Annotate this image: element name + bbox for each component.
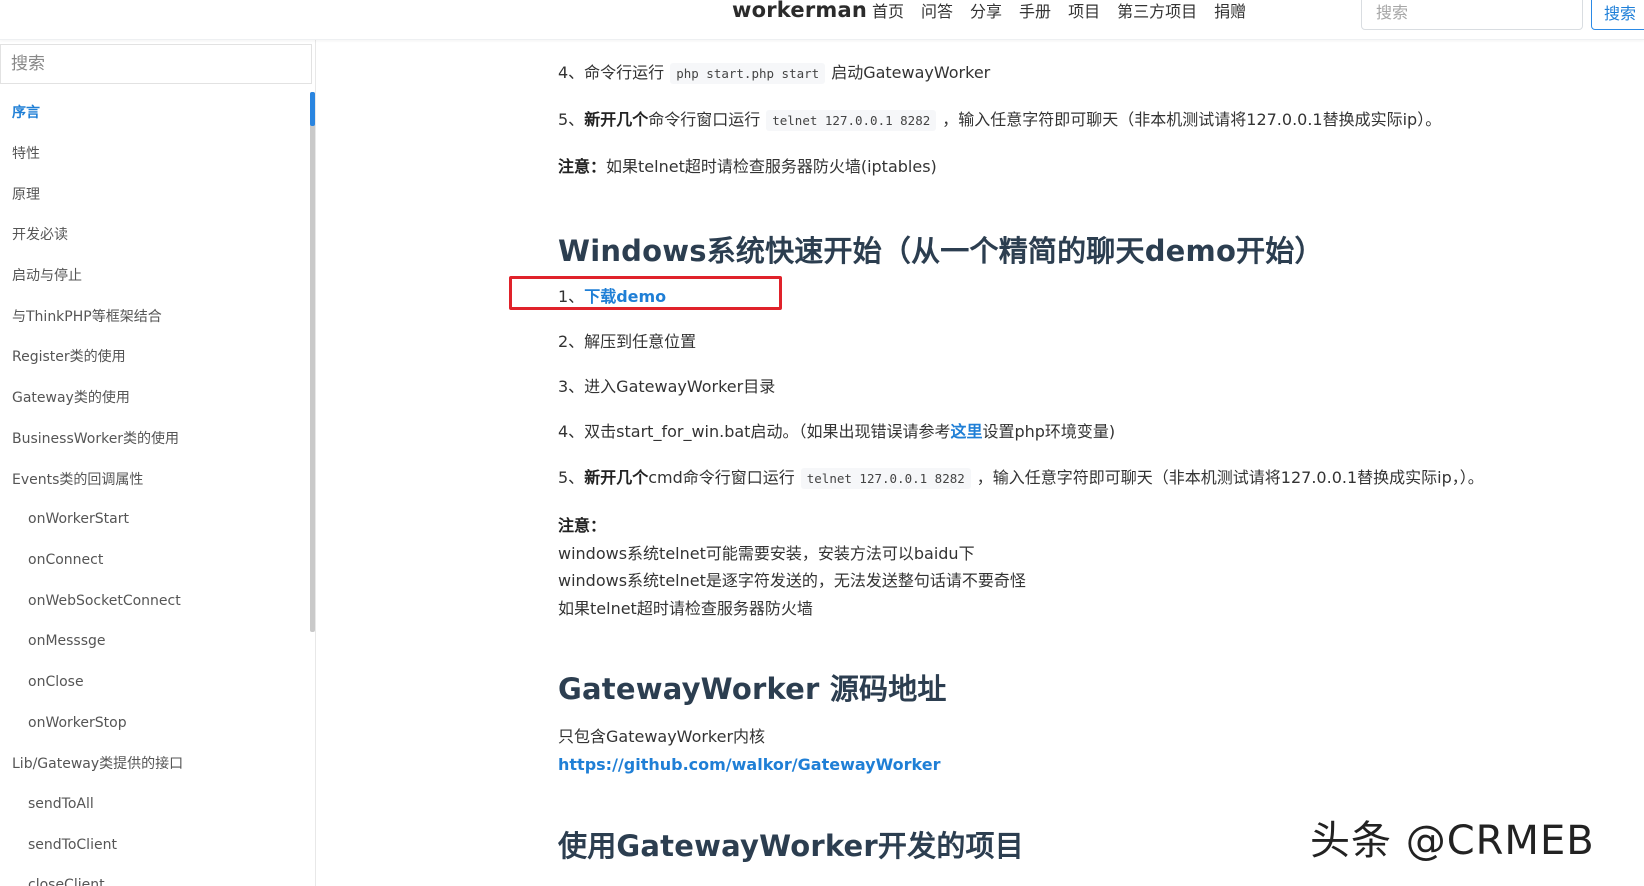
nav-third-party[interactable]: 第三方项目: [1117, 0, 1197, 22]
sidebar-item[interactable]: BusinessWorker类的使用: [0, 418, 308, 459]
note-text: 如果telnet超时请检查服务器防火墙(iptables): [606, 157, 937, 176]
sidebar-nav-list: 序言 特性 原理 开发必读 启动与停止 与ThinkPHP等框架结合 Register类的使…: [0, 92, 308, 886]
step-number: 5、: [558, 468, 585, 487]
win-note: 注意： windows系统telnet可能需要安装，安装方法可以baidu下 w…: [558, 512, 1026, 622]
sidebar-search-input[interactable]: [0, 44, 312, 84]
windows-heading: Windows系统快速开始（从一个精简的聊天demo开始）: [558, 234, 1324, 268]
step-text: 4、命令行运行: [558, 63, 665, 82]
sidebar-item[interactable]: Gateway类的使用: [0, 377, 308, 418]
step-text: 命令行窗口运行: [648, 110, 761, 129]
win-step-4: 4、双击start_for_win.bat启动。（如果出现错误请参考这里设置ph…: [558, 418, 1115, 442]
top-navbar: workerman 首页 问答 分享 手册 项目 第三方项目 捐赠 搜索: [0, 0, 1644, 40]
note-line: windows系统telnet可能需要安装，安装方法可以baidu下: [558, 543, 975, 563]
source-block: 只包含GatewayWorker内核 https://github.com/wa…: [558, 723, 941, 778]
sidebar-item[interactable]: onClose: [0, 662, 308, 703]
nav-manual[interactable]: 手册: [1019, 0, 1051, 22]
sidebar-item[interactable]: sendToAll: [0, 784, 308, 825]
step-emphasis: 新开几个: [584, 110, 649, 129]
nav-donate[interactable]: 捐赠: [1214, 0, 1246, 22]
projects-heading: 使用GatewayWorker开发的项目: [558, 829, 1024, 863]
top-search-input[interactable]: [1361, 0, 1583, 30]
sidebar-item[interactable]: 启动与停止: [0, 255, 308, 296]
watermark: 头条 @CRMEB: [1310, 818, 1595, 864]
step-text: 4、双击start_for_win.bat启动。（如果出现错误请参考: [558, 422, 951, 441]
sidebar-item[interactable]: 原理: [0, 173, 308, 214]
note-label: 注意：: [558, 516, 607, 535]
site-brand[interactable]: workerman: [732, 0, 867, 22]
source-description: 只包含GatewayWorker内核: [558, 727, 766, 746]
top-search-button[interactable]: 搜索: [1591, 0, 1644, 30]
nav-projects[interactable]: 项目: [1068, 0, 1100, 22]
docs-sidebar: 序言特性原理开发必读启动与停止与ThinkPHP等框架结合Register类的使…: [0, 40, 316, 886]
sidebar-item[interactable]: 开发必读: [0, 214, 308, 255]
nav-home[interactable]: 首页: [872, 0, 904, 22]
nav-qa[interactable]: 问答: [921, 0, 953, 22]
sidebar-item[interactable]: closeClient: [0, 865, 308, 886]
source-heading: GatewayWorker 源码地址: [558, 672, 947, 706]
sidebar-active-indicator: [310, 92, 315, 126]
code-snippet: telnet 127.0.0.1 8282: [800, 468, 971, 489]
step-text: 设置php环境变量): [982, 422, 1116, 441]
linux-step-4: 4、命令行运行 php start.php start 启动GatewayWorke…: [558, 59, 991, 84]
sidebar-scrollbar[interactable]: [310, 92, 315, 632]
github-link[interactable]: https://github.com/walkor/GatewayWorker: [558, 755, 941, 774]
sidebar-item[interactable]: Events类的回调属性: [0, 458, 308, 499]
red-highlight-box: [509, 276, 782, 310]
note-label: 注意：: [558, 157, 607, 176]
win-step-2: 2、解压到任意位置: [558, 332, 697, 351]
linux-step-5: 5、新开几个命令行窗口运行 telnet 127.0.0.1 8282 ，输入任意字…: [558, 106, 1442, 131]
step-text: cmd命令行窗口运行: [648, 468, 795, 487]
sidebar-item[interactable]: sendToClient: [0, 824, 308, 865]
win-step-5: 5、新开几个cmd命令行窗口运行 telnet 127.0.0.1 8282 ，输入…: [558, 464, 1484, 489]
note-line: windows系统telnet是逐字符发送的，无法发送整句话请不要奇怪: [558, 571, 1026, 590]
sidebar-item[interactable]: onConnect: [0, 540, 308, 581]
sidebar-item[interactable]: Register类的使用: [0, 336, 308, 377]
code-snippet: telnet 127.0.0.1 8282: [766, 110, 937, 131]
step-emphasis: 新开几个: [584, 468, 649, 487]
step-text: ，输入任意字符即可聊天（非本机测试请将127.0.0.1替换成实际ip）。: [942, 110, 1442, 129]
win-step-3: 3、进入GatewayWorker目录: [558, 377, 776, 396]
sidebar-item[interactable]: onWebSocketConnect: [0, 580, 308, 621]
sidebar-item[interactable]: 与ThinkPHP等框架结合: [0, 295, 308, 336]
env-setup-link[interactable]: 这里: [950, 422, 982, 441]
linux-note: 注意：如果telnet超时请检查服务器防火墙(iptables): [558, 153, 937, 177]
note-line: 如果telnet超时请检查服务器防火墙: [558, 598, 813, 618]
code-snippet: php start.php start: [670, 63, 826, 84]
sidebar-item[interactable]: onWorkerStart: [0, 499, 308, 540]
step-text: ，输入任意字符即可聊天（非本机测试请将127.0.0.1替换成实际ip，）。: [976, 468, 1484, 487]
step-number: 5、: [558, 110, 585, 129]
sidebar-item[interactable]: onWorkerStop: [0, 702, 308, 743]
sidebar-item[interactable]: 特性: [0, 133, 308, 174]
sidebar-item[interactable]: Lib/Gateway类提供的接口: [0, 743, 308, 784]
step-text: 启动GatewayWorker: [831, 63, 991, 82]
nav-share[interactable]: 分享: [970, 0, 1002, 22]
sidebar-item[interactable]: 序言: [0, 92, 308, 133]
sidebar-item[interactable]: onMesssge: [0, 621, 308, 662]
main-nav: 首页 问答 分享 手册 项目 第三方项目 捐赠: [872, 0, 1246, 22]
